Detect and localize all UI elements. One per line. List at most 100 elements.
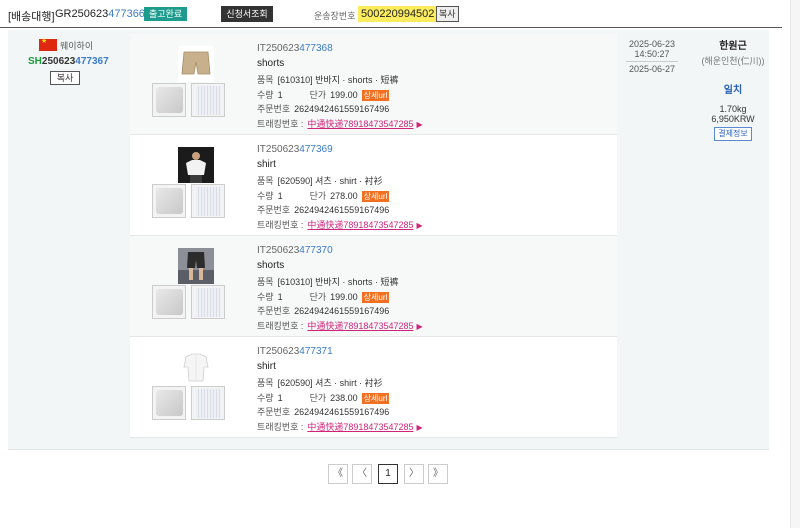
next-page-button[interactable]: 〉 bbox=[404, 464, 424, 484]
last-page-button[interactable]: 》 bbox=[428, 464, 448, 484]
item-category: [620590] 셔츠 · shirt · 衬衫 bbox=[277, 378, 383, 388]
item-name: shorts bbox=[257, 260, 285, 271]
product-image-shirt[interactable] bbox=[178, 349, 214, 385]
price-label: 단가 bbox=[309, 191, 327, 201]
date-divider bbox=[626, 61, 678, 62]
list-item: IT250623477368 shorts 품목 [610310] 반바지 · s… bbox=[130, 34, 617, 135]
invoice-number: 500220994502 bbox=[358, 6, 438, 22]
copy-shipment-button[interactable]: 복사 bbox=[50, 71, 80, 85]
inspection-photo-1[interactable] bbox=[152, 184, 186, 218]
product-image-shorts[interactable] bbox=[178, 46, 214, 82]
sh-mid: 250623 bbox=[41, 56, 76, 67]
list-item: IT250623477369 shirt 품목 [620590] 셔츠 · shi… bbox=[130, 135, 617, 236]
item-id[interactable]: IT250623477369 bbox=[257, 144, 333, 155]
shipping-fee: 6,950KRW bbox=[701, 114, 765, 124]
detail-url-button[interactable]: 상세url bbox=[361, 292, 390, 303]
play-arrow-icon[interactable]: ▶ bbox=[416, 120, 422, 129]
scrollbar[interactable] bbox=[790, 0, 800, 528]
play-arrow-icon[interactable]: ▶ bbox=[416, 322, 422, 331]
recipient-info: 한원근 (해운인천(仁川)) 일치 1.70kg 6,950KRW 결제정보 bbox=[701, 37, 765, 141]
item-category: [620590] 셔츠 · shirt · 衬衫 bbox=[277, 176, 383, 186]
sh-suffix: 477367 bbox=[75, 56, 109, 67]
product-image-shorts[interactable] bbox=[178, 248, 214, 284]
detail-url-button[interactable]: 상세url bbox=[361, 191, 390, 202]
inspection-photo-2[interactable] bbox=[191, 83, 225, 117]
tracking-label: 트래킹번호 : bbox=[257, 220, 304, 230]
item-name: shirt bbox=[257, 159, 276, 170]
detail-url-button[interactable]: 상세url bbox=[361, 90, 390, 101]
order-header: [배송대행] GR250623477366 출고완료 신청서조회 운송장번호 5… bbox=[0, 0, 782, 28]
qty-label: 수량 bbox=[257, 393, 274, 403]
item-id-prefix: IT250623 bbox=[257, 245, 300, 256]
qty-price-row: 수량 1 단가 278.00 상세url bbox=[257, 189, 390, 202]
order-label: 주문번호 bbox=[257, 306, 291, 316]
tracking-link[interactable]: 中通快递78918473547285 bbox=[307, 220, 413, 230]
order-number-row: 주문번호 2624942461559167496 bbox=[257, 304, 389, 317]
item-category: [610310] 반바지 · shorts · 短裤 bbox=[277, 277, 399, 287]
product-image-shirt[interactable] bbox=[178, 147, 214, 183]
tracking-label: 트래킹번호 : bbox=[257, 422, 304, 432]
item-category-label: 품목 bbox=[257, 176, 274, 186]
recipient-name: 한원근 bbox=[719, 41, 747, 52]
qty-value: 1 bbox=[277, 90, 283, 100]
inspection-photo-1[interactable] bbox=[152, 386, 186, 420]
item-id[interactable]: IT250623477368 bbox=[257, 43, 333, 54]
item-id-suffix: 477370 bbox=[299, 245, 333, 256]
view-request-button[interactable]: 신청서조회 bbox=[221, 6, 273, 22]
inspection-photo-2[interactable] bbox=[191, 386, 225, 420]
item-category-row: 품목 [610310] 반바지 · shorts · 短裤 bbox=[257, 275, 398, 288]
request-date: 2025-06-23 bbox=[628, 39, 676, 49]
prev-page-button[interactable]: 〈 bbox=[352, 464, 372, 484]
inspection-photo-2[interactable] bbox=[191, 184, 225, 218]
tracking-link[interactable]: 中通快递78918473547285 bbox=[307, 119, 413, 129]
tracking-row: 트래킹번호 : 中通快递78918473547285 ▶ bbox=[257, 117, 423, 130]
item-category-label: 품목 bbox=[257, 75, 274, 85]
item-id[interactable]: IT250623477371 bbox=[257, 346, 333, 357]
invoice-label: 운송장번호 bbox=[314, 11, 356, 21]
play-arrow-icon[interactable]: ▶ bbox=[416, 221, 422, 230]
price-value: 238.00 bbox=[330, 393, 358, 403]
list-item: IT250623477371 shirt 품목 [620590] 셔츠 · shi… bbox=[130, 337, 617, 438]
order-detail-panel: ★ 웨이하이 SH250623477367 복사 IT250623477368 … bbox=[8, 30, 769, 450]
copy-invoice-button[interactable]: 복사 bbox=[436, 6, 459, 22]
request-time: 14:50:27 bbox=[634, 49, 670, 59]
item-id[interactable]: IT250623477370 bbox=[257, 245, 333, 256]
price-label: 단가 bbox=[309, 393, 327, 403]
inspection-photo-1[interactable] bbox=[152, 83, 186, 117]
item-category-label: 품목 bbox=[257, 378, 274, 388]
qty-price-row: 수량 1 단가 199.00 상세url bbox=[257, 290, 390, 303]
carrier-name: 웨이하이 bbox=[60, 41, 94, 51]
page-1-button[interactable]: 1 bbox=[378, 464, 398, 484]
play-arrow-icon[interactable]: ▶ bbox=[416, 423, 422, 432]
detail-url-button[interactable]: 상세url bbox=[361, 393, 390, 404]
inspection-photo-1[interactable] bbox=[152, 285, 186, 319]
tracking-link[interactable]: 中通快递78918473547285 bbox=[307, 321, 413, 331]
shipment-number[interactable]: SH250623477367 bbox=[28, 56, 109, 67]
tracking-label: 트래킹번호 : bbox=[257, 321, 304, 331]
qty-price-row: 수량 1 단가 199.00 상세url bbox=[257, 88, 390, 101]
order-number-row: 주문번호 2624942461559167496 bbox=[257, 203, 389, 216]
item-category-row: 품목 [620590] 셔츠 · shirt · 衬衫 bbox=[257, 174, 383, 187]
qty-value: 1 bbox=[277, 292, 283, 302]
order-type-title: [배송대행] bbox=[8, 11, 55, 23]
qty-value: 1 bbox=[277, 191, 283, 201]
first-page-button[interactable]: 《 bbox=[328, 464, 348, 484]
payment-info-button[interactable]: 결제정보 bbox=[714, 127, 752, 141]
item-id-suffix: 477371 bbox=[299, 346, 333, 357]
tracking-link[interactable]: 中通快递78918473547285 bbox=[307, 422, 413, 432]
item-list: IT250623477368 shorts 품목 [610310] 반바지 · s… bbox=[130, 34, 617, 438]
item-id-prefix: IT250623 bbox=[257, 43, 300, 54]
price-label: 단가 bbox=[309, 292, 327, 302]
group-order-number[interactable]: GR250623477366 bbox=[55, 8, 145, 20]
shipment-info: ★ 웨이하이 SH250623477367 복사 bbox=[8, 30, 123, 448]
order-label: 주문번호 bbox=[257, 407, 291, 417]
order-number-row: 주문번호 2624942461559167496 bbox=[257, 405, 389, 418]
qty-label: 수량 bbox=[257, 292, 274, 302]
qty-price-row: 수량 1 단가 238.00 상세url bbox=[257, 391, 390, 404]
item-category-row: 품목 [620590] 셔츠 · shirt · 衬衫 bbox=[257, 376, 383, 389]
item-category-row: 품목 [610310] 반바지 · shorts · 短裤 bbox=[257, 73, 398, 86]
fee-value: 6,950 bbox=[711, 114, 734, 124]
inspection-photo-2[interactable] bbox=[191, 285, 225, 319]
sh-prefix: SH bbox=[28, 56, 42, 67]
order-number: 2624942461559167496 bbox=[294, 306, 390, 316]
